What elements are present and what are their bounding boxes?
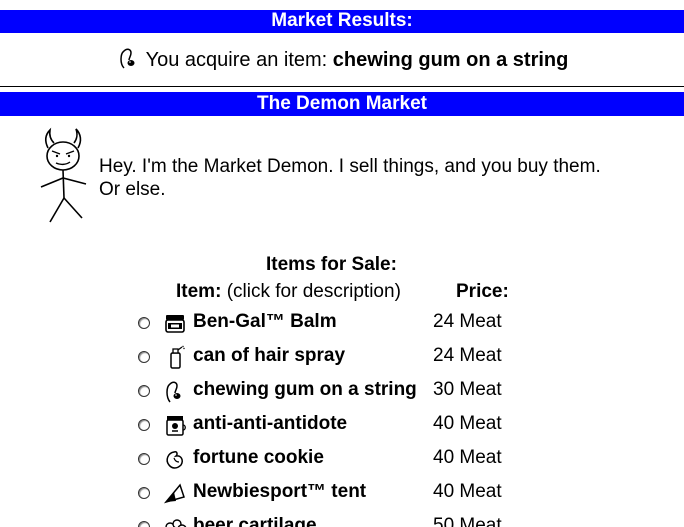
item-name[interactable]: fortune cookie — [193, 447, 324, 469]
item-price: 24 Meat — [433, 311, 502, 332]
item-name[interactable]: beer cartilage — [193, 515, 317, 527]
chewing-gum-on-string-icon — [166, 381, 181, 403]
demon-speech: Hey. I'm the Market Demon. I sell things… — [99, 155, 659, 201]
market-demon-icon — [40, 127, 87, 223]
antidote-bottle-icon — [166, 416, 186, 436]
item-name[interactable]: chewing gum on a string — [193, 379, 417, 401]
item-radio[interactable] — [138, 317, 150, 329]
item-radio[interactable] — [138, 487, 150, 499]
chewing-gum-on-string-icon — [119, 48, 135, 69]
item-name[interactable]: Newbiesport™ tent — [193, 481, 366, 503]
beer-cartilage-icon — [165, 519, 187, 527]
item-name[interactable]: anti-anti-antidote — [193, 413, 347, 435]
section-divider — [0, 86, 684, 87]
balm-jar-icon — [165, 315, 185, 333]
demon-line-2: Or else. — [99, 179, 166, 200]
acquire-message: You acquire an item: chewing gum on a st… — [0, 46, 684, 73]
item-column-hint: (click for description) — [226, 281, 401, 302]
market-item-row[interactable]: Ben-Gal™ Balm 24 Meat — [138, 306, 538, 340]
fortune-cookie-icon — [166, 451, 183, 469]
item-price: 40 Meat — [433, 447, 502, 468]
market-item-row[interactable]: fortune cookie 40 Meat — [138, 442, 538, 476]
item-column-header: Item: (click for description) — [176, 281, 401, 303]
demon-line-1: Hey. I'm the Market Demon. I sell things… — [99, 156, 601, 177]
acquired-item-name[interactable]: chewing gum on a string — [333, 49, 569, 71]
item-radio[interactable] — [138, 521, 150, 527]
item-price: 40 Meat — [433, 413, 502, 434]
item-radio[interactable] — [138, 453, 150, 465]
items-for-sale-heading: Items for Sale: — [266, 254, 397, 275]
market-item-row[interactable]: chewing gum on a string 30 Meat — [138, 374, 538, 408]
item-price: 50 Meat — [433, 515, 502, 527]
item-column-label: Item: — [176, 281, 222, 302]
item-name[interactable]: can of hair spray — [193, 345, 345, 367]
hair-spray-can-icon — [170, 345, 185, 369]
market-item-row[interactable]: beer cartilage 50 Meat — [138, 510, 538, 527]
item-radio[interactable] — [138, 385, 150, 397]
acquire-prefix: You acquire an item: — [145, 49, 328, 71]
item-radio[interactable] — [138, 351, 150, 363]
item-price: 30 Meat — [433, 379, 502, 400]
item-price: 24 Meat — [433, 345, 502, 366]
item-radio[interactable] — [138, 419, 150, 431]
market-results-header: Market Results: — [0, 10, 684, 33]
market-item-row[interactable]: anti-anti-antidote 40 Meat — [138, 408, 538, 442]
price-column-header: Price: — [456, 281, 509, 302]
market-page: Market Results: You acquire an item: che… — [0, 0, 684, 527]
tent-icon — [163, 483, 185, 504]
item-price: 40 Meat — [433, 481, 502, 502]
market-item-row[interactable]: can of hair spray 24 Meat — [138, 340, 538, 374]
item-name[interactable]: Ben-Gal™ Balm — [193, 311, 337, 333]
demon-market-header: The Demon Market — [0, 92, 684, 116]
market-item-row[interactable]: Newbiesport™ tent 40 Meat — [138, 476, 538, 510]
